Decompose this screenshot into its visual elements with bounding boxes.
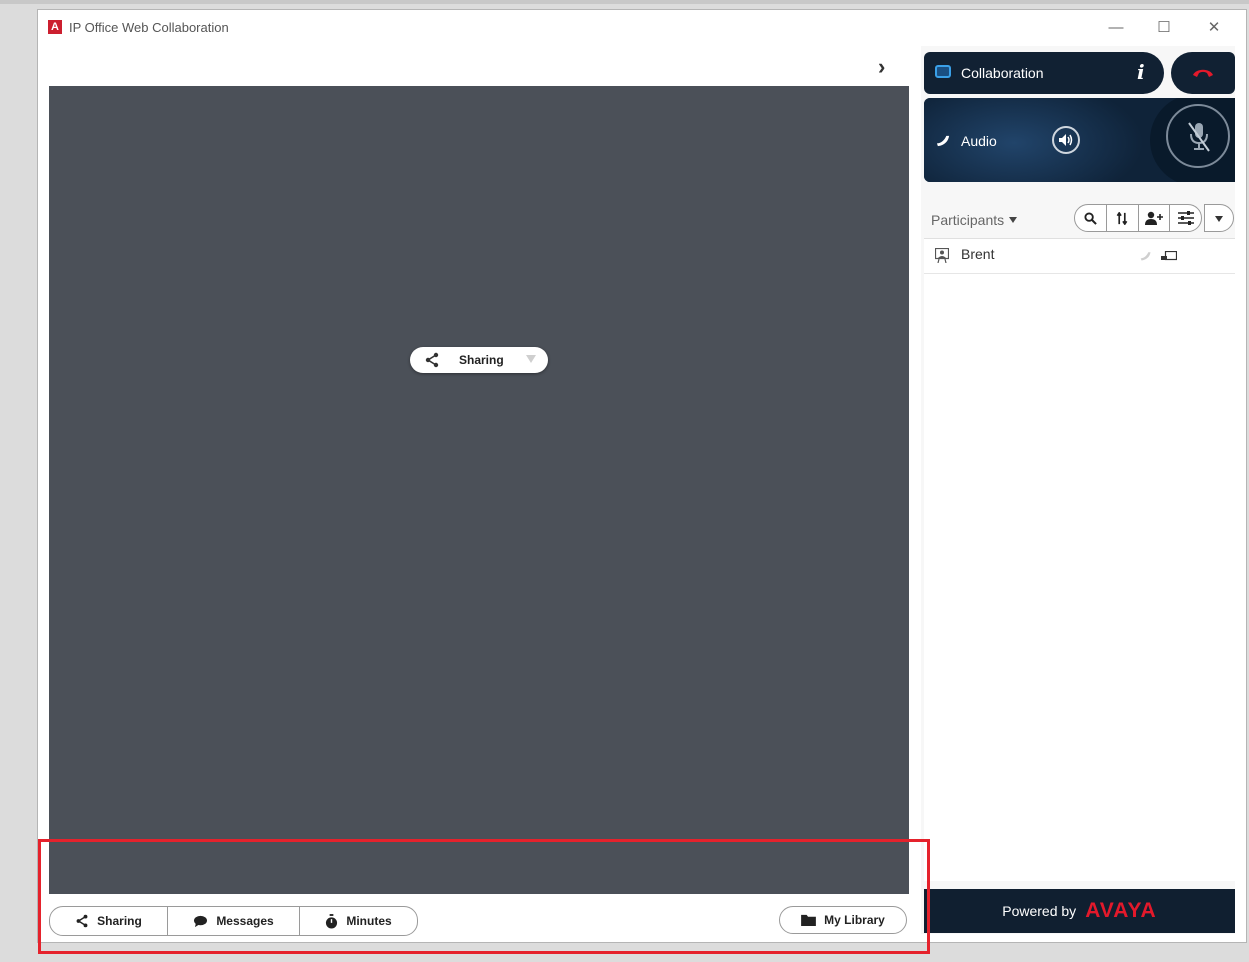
add-participant-button[interactable] <box>1139 205 1171 231</box>
presenter-icon <box>935 248 949 263</box>
highlight-box <box>38 839 930 954</box>
phone-icon <box>1140 252 1151 261</box>
collapse-panel-chevron-icon[interactable]: › <box>878 54 885 80</box>
participants-header: Participants <box>921 196 1235 240</box>
collaboration-bar[interactable]: Collaboration i <box>924 52 1164 94</box>
sort-participants-button[interactable] <box>1107 205 1139 231</box>
mute-microphone-button[interactable] <box>1166 104 1230 168</box>
sharing-menu-label: Sharing <box>459 353 504 367</box>
sort-icon <box>1116 211 1128 225</box>
share-icon <box>424 352 440 371</box>
app-logo-icon: A <box>48 20 62 34</box>
sharing-menu-button[interactable]: Sharing <box>410 347 548 373</box>
speaker-icon <box>1059 134 1073 146</box>
microphone-muted-icon <box>1188 122 1210 152</box>
close-button[interactable]: ✕ <box>1194 16 1234 40</box>
minimize-button[interactable]: — <box>1096 16 1136 40</box>
participant-name: Brent <box>961 246 995 262</box>
desktop-top-strip <box>0 0 1249 4</box>
hang-up-button[interactable] <box>1171 52 1235 94</box>
participants-dropdown[interactable]: Participants <box>931 212 1004 228</box>
collaboration-screen-icon <box>935 65 951 78</box>
participants-caret-icon[interactable] <box>1009 217 1017 223</box>
powered-by-footer: Powered by AVAYA <box>924 889 1235 933</box>
participants-list: Brent <box>924 238 1235 881</box>
dropdown-caret-icon <box>526 355 536 363</box>
phone-icon <box>936 135 950 147</box>
audio-label: Audio <box>961 133 997 149</box>
avaya-logo: AVAYA <box>1085 899 1157 922</box>
collaboration-panel: Collaboration i Audio Participants Brent… <box>921 46 1235 934</box>
collaboration-label: Collaboration <box>961 65 1044 81</box>
sharing-stage: Sharing <box>49 86 909 894</box>
window-title: IP Office Web Collaboration <box>69 20 229 35</box>
powered-by-text: Powered by <box>1002 903 1077 919</box>
settings-sliders-icon <box>1177 211 1194 225</box>
participant-row[interactable]: Brent <box>924 239 1235 274</box>
screen-share-icon <box>1161 251 1177 261</box>
add-participant-icon <box>1144 211 1163 225</box>
hang-up-phone-icon <box>1193 69 1213 77</box>
participant-menu-button[interactable] <box>1204 204 1234 232</box>
participant-tools <box>1074 204 1202 232</box>
maximize-button[interactable]: ☐ <box>1144 16 1184 40</box>
chevron-down-icon <box>1215 216 1223 222</box>
participant-settings-button[interactable] <box>1170 205 1201 231</box>
info-icon[interactable]: i <box>1137 60 1145 84</box>
search-icon <box>1084 211 1097 225</box>
speaker-volume-button[interactable] <box>1052 126 1080 154</box>
app-window: A IP Office Web Collaboration — ☐ ✕ › Sh… <box>37 9 1247 943</box>
search-participants-button[interactable] <box>1075 205 1107 231</box>
title-bar: A IP Office Web Collaboration — ☐ ✕ <box>38 10 1246 46</box>
audio-bar: Audio <box>924 98 1235 182</box>
